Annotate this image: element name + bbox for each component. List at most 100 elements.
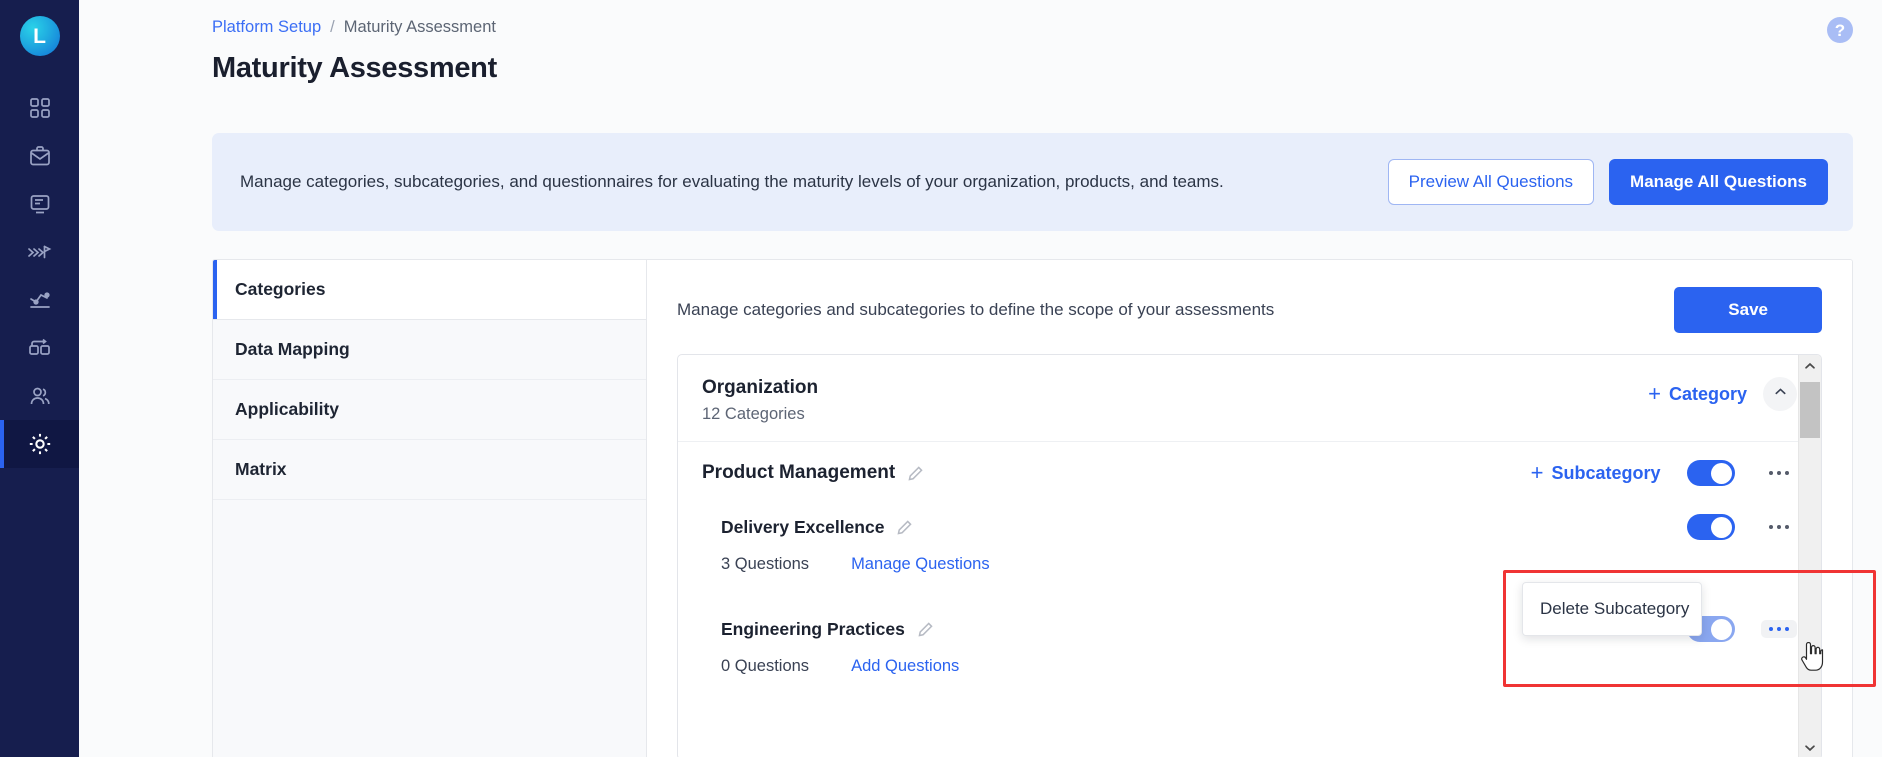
category-actions: + Subcategory <box>1531 460 1797 486</box>
breadcrumb-current: Maturity Assessment <box>343 18 496 36</box>
organization-actions: + Category <box>1648 377 1797 411</box>
add-questions-link[interactable]: Add Questions <box>851 657 959 676</box>
edit-pencil-icon[interactable] <box>896 519 913 536</box>
tab-categories[interactable]: Categories <box>213 260 646 320</box>
tab-list-filler <box>213 500 646 757</box>
add-category-button[interactable]: + Category <box>1648 383 1747 405</box>
subcategory-more-menu-button[interactable] <box>1761 518 1798 537</box>
toggle-knob <box>1711 516 1732 538</box>
subcategory-row-delivery-excellence: Delivery Excellence 3 Questions Manage Q… <box>678 504 1821 580</box>
subcategory-question-count: 0 Questions <box>721 657 810 675</box>
edit-pencil-icon[interactable] <box>917 621 934 638</box>
dot <box>1776 524 1781 530</box>
chevron-up-icon <box>1773 384 1788 404</box>
breadcrumb-separator: / <box>330 18 335 36</box>
category-enable-toggle[interactable] <box>1686 460 1735 486</box>
board-icon <box>28 192 52 216</box>
dot <box>1776 626 1781 632</box>
manage-questions-link[interactable]: Manage Questions <box>851 555 990 574</box>
organization-name: Organization <box>702 377 819 398</box>
collapse-organization-button[interactable] <box>1763 377 1797 411</box>
subcategory-question-count: 3 Questions <box>721 555 810 573</box>
category-name-group: Product Management <box>702 462 924 484</box>
category-name: Product Management <box>702 462 896 483</box>
tab-applicability-label: Applicability <box>235 399 340 419</box>
subcategory-meta: 3 Questions Manage Questions <box>721 555 1797 574</box>
tab-list: Categories Data Mapping Applicability Ma… <box>213 260 647 757</box>
sidebar-item-dashboard[interactable] <box>0 84 79 132</box>
sidebar-item-portfolio[interactable] <box>0 132 79 180</box>
flow-icon <box>27 240 53 264</box>
subcategory-name-group: Engineering Practices <box>721 619 934 640</box>
tab-applicability[interactable]: Applicability <box>213 380 646 440</box>
scroll-up-arrow-icon[interactable] <box>1803 355 1817 377</box>
sidebar-item-value-stream[interactable] <box>0 228 79 276</box>
categories-pane: Manage categories and subcategories to d… <box>647 260 1852 757</box>
add-subcategory-label: Subcategory <box>1551 462 1661 483</box>
scrollbar-thumb[interactable] <box>1800 382 1820 438</box>
edit-pencil-icon[interactable] <box>907 465 924 482</box>
add-subcategory-button[interactable]: + Subcategory <box>1531 462 1661 484</box>
scroll-down-arrow-icon[interactable] <box>1803 737 1817 757</box>
manage-all-questions-button[interactable]: Manage All Questions <box>1609 159 1828 205</box>
app-logo[interactable]: L <box>19 16 60 56</box>
info-banner: Manage categories, subcategories, and qu… <box>212 133 1853 231</box>
sidebar-item-integrations[interactable] <box>0 324 79 372</box>
category-row-product-management: Product Management + Subcategory <box>678 442 1821 504</box>
categories-pane-header: Manage categories and subcategories to d… <box>647 260 1852 333</box>
dot <box>1776 470 1781 476</box>
organization-category-count: 12 Categories <box>702 405 805 423</box>
subcategory-meta: 0 Questions Add Questions <box>721 657 1797 676</box>
mouse-cursor-pointer-icon <box>1800 641 1824 677</box>
preview-all-questions-button[interactable]: Preview All Questions <box>1387 159 1595 205</box>
save-button[interactable]: Save <box>1674 287 1822 333</box>
subcategory-name: Delivery Excellence <box>721 516 885 537</box>
breadcrumb: Platform Setup / Maturity Assessment <box>212 18 1882 38</box>
categories-card-wrap: Organization 12 Categories + Category Pr… <box>647 333 1852 757</box>
delete-subcategory-menu-item[interactable]: Delete Subcategory <box>1523 596 1701 622</box>
plus-icon: + <box>1648 381 1661 406</box>
add-category-label: Category <box>1668 383 1747 404</box>
breadcrumb-platform-setup[interactable]: Platform Setup <box>212 18 321 38</box>
subcategory-more-menu-button-active[interactable] <box>1760 619 1797 639</box>
info-banner-actions: Preview All Questions Manage All Questio… <box>1387 159 1828 205</box>
settings-panel: Categories Data Mapping Applicability Ma… <box>212 259 1853 757</box>
sidebar-item-platform-setup[interactable] <box>0 420 79 468</box>
plus-icon: + <box>1530 460 1544 485</box>
subcategory-enable-toggle[interactable] <box>1686 514 1735 540</box>
page-header: Platform Setup / Maturity Assessment Mat… <box>79 0 1882 113</box>
toggle-knob <box>1711 618 1732 640</box>
subcategory-name: Engineering Practices <box>721 618 905 639</box>
sidebar-item-users[interactable] <box>0 372 79 420</box>
organization-card: Organization 12 Categories + Category Pr… <box>677 354 1822 757</box>
dot <box>1768 524 1773 530</box>
briefcase-icon <box>28 144 52 168</box>
tab-data-mapping-label: Data Mapping <box>235 339 350 359</box>
users-icon <box>28 384 52 408</box>
left-nav-rail: L <box>0 0 79 757</box>
organization-header: Organization 12 Categories + Category <box>678 355 1821 442</box>
sidebar-item-insights[interactable] <box>0 276 79 324</box>
tab-data-mapping[interactable]: Data Mapping <box>213 320 646 380</box>
organization-title-group: Organization 12 Categories <box>702 377 818 424</box>
subcategory-context-menu[interactable]: Delete Subcategory <box>1522 582 1702 636</box>
dot <box>1784 524 1789 530</box>
dot <box>1768 626 1773 632</box>
dot <box>1768 470 1773 476</box>
toggle-knob <box>1711 462 1732 484</box>
tab-matrix[interactable]: Matrix <box>213 440 646 500</box>
subcategory-name-group: Delivery Excellence <box>721 517 913 538</box>
dot <box>1784 626 1789 632</box>
subcategory-line: Delivery Excellence <box>721 514 1797 540</box>
info-banner-text: Manage categories, subcategories, and qu… <box>240 172 1224 191</box>
card-scrollbar[interactable] <box>1798 355 1821 757</box>
tab-categories-label: Categories <box>235 279 326 299</box>
page-title: Maturity Assessment <box>212 51 497 84</box>
sidebar-item-board[interactable] <box>0 180 79 228</box>
help-icon[interactable]: ? <box>1827 17 1853 43</box>
insights-icon <box>28 288 52 312</box>
categories-description: Manage categories and subcategories to d… <box>677 300 1275 319</box>
category-more-menu-button[interactable] <box>1761 464 1798 483</box>
main-area: Platform Setup / Maturity Assessment Mat… <box>79 0 1882 757</box>
scrollbar-track[interactable] <box>1799 377 1821 737</box>
